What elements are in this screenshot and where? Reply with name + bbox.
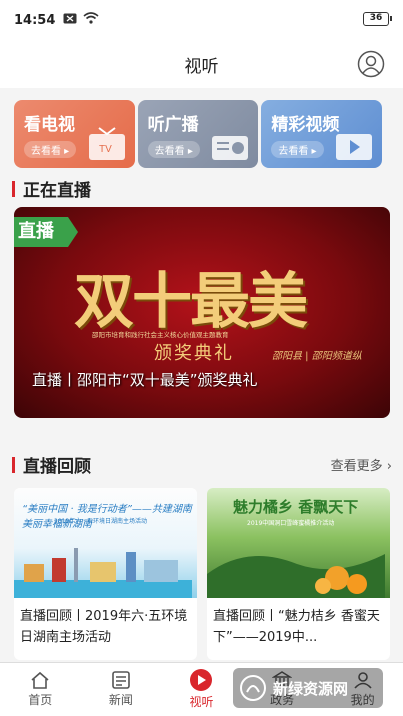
replay-card-title: 直播回顾丨“魅力桔乡 香蜜天下”——2019中...: [213, 609, 380, 645]
thumbnail-subheading: 2019中国洞口雪峰蜜橘推介活动: [247, 520, 335, 527]
city-skyline-icon: [14, 548, 192, 598]
bottom-tab-bar: 首页 新闻 视听 政务 我的 新绿资源网: [0, 662, 403, 716]
replay-section-title: 直播回顾: [23, 457, 91, 477]
live-banner[interactable]: 直播 双十最美 邵阳市培育和践行社会主义核心价值观主题教育 颁奖典礼 邵阳县 |…: [14, 207, 390, 418]
battery-icon: 36: [363, 12, 392, 26]
message-icon: [63, 13, 77, 28]
live-caption: 直播丨邵阳市“双十最美”颁奖典礼: [32, 371, 258, 389]
tab-home-label: 首页: [28, 693, 53, 707]
thumbnail-heading: “美丽中国 · 我是行动者”——共建湖南美丽幸福新湖南: [22, 504, 192, 530]
play-icon: [190, 669, 213, 691]
page-header: 视听: [0, 40, 403, 88]
banner-award: 颁奖典礼: [154, 343, 234, 364]
tab-av-label: 视听: [189, 695, 214, 709]
tab-av[interactable]: 视听: [161, 663, 242, 716]
wifi-icon: [83, 12, 99, 28]
tab-home[interactable]: 首页: [0, 663, 81, 716]
featured-video-card[interactable]: 精彩视频 去看看 ▸: [261, 100, 383, 168]
section-accent-bar: [12, 180, 15, 197]
replay-section-header: 直播回顾 查看更多 ›: [12, 452, 392, 477]
user-profile-icon[interactable]: [357, 50, 385, 78]
tv-icon: TV: [88, 127, 125, 160]
view-more-link[interactable]: 查看更多 ›: [331, 455, 392, 474]
live-section-title: 正在直播: [23, 181, 91, 201]
radio-icon: [212, 136, 249, 160]
featured-video-go-button[interactable]: 去看看 ▸: [271, 141, 324, 158]
video-play-icon: [336, 134, 373, 160]
banner-brand: 邵阳县 | 邵阳频道纵: [272, 351, 362, 362]
radio-card[interactable]: 听广播 去看看 ▸: [137, 100, 259, 168]
live-section-header: 正在直播: [12, 176, 91, 201]
radio-go-button[interactable]: 去看看 ▸: [147, 141, 200, 158]
replay-thumbnail: “美丽中国 · 我是行动者”——共建湖南美丽幸福新湖南 2019年六 · 五环境…: [14, 488, 197, 598]
replay-card-list: “美丽中国 · 我是行动者”——共建湖南美丽幸福新湖南 2019年六 · 五环境…: [14, 488, 390, 660]
svg-text:TV: TV: [99, 144, 112, 155]
replay-card[interactable]: “美丽中国 · 我是行动者”——共建湖南美丽幸福新湖南 2019年六 · 五环境…: [14, 488, 197, 660]
category-row: 看电视 去看看 ▸ TV 听广播 去看看 ▸ 精彩视频 去看看 ▸: [14, 100, 383, 168]
replay-card[interactable]: 魅力橘乡 香飘天下 2019中国洞口雪峰蜜橘推介活动 直播回顾丨“魅力桔乡 香蜜…: [207, 488, 390, 660]
home-icon: [31, 671, 49, 689]
banner-title: 双十最美: [74, 267, 308, 337]
tab-news-label: 新闻: [108, 693, 133, 707]
tab-news[interactable]: 新闻: [81, 663, 162, 716]
banner-subtitle: 邵阳市培育和践行社会主义核心价值观主题教育: [92, 331, 229, 339]
replay-card-title: 直播回顾丨2019年六·五环境日湖南主场活动: [20, 609, 188, 645]
replay-thumbnail: 魅力橘乡 香飘天下 2019中国洞口雪峰蜜橘推介活动: [207, 488, 390, 598]
watermark-text: 新绿资源网: [273, 679, 349, 698]
news-icon: [112, 671, 130, 689]
thumbnail-heading: 魅力橘乡 香飘天下: [233, 498, 359, 516]
section-accent-bar: [12, 456, 15, 473]
thumbnail-subheading: 2019年六 · 五环境日湖南主场活动: [54, 518, 147, 525]
status-bar: 14:54 36: [0, 0, 403, 40]
watermark-logo-icon: [240, 675, 266, 701]
status-time: 14:54: [14, 12, 56, 28]
page-title: 视听: [184, 56, 219, 77]
watch-tv-card[interactable]: 看电视 去看看 ▸ TV: [14, 100, 135, 168]
watch-tv-go-button[interactable]: 去看看 ▸: [24, 141, 77, 158]
orange-fruit-icon: [207, 554, 385, 598]
watermark: 新绿资源网: [233, 668, 383, 708]
live-badge: 直播: [14, 217, 78, 247]
